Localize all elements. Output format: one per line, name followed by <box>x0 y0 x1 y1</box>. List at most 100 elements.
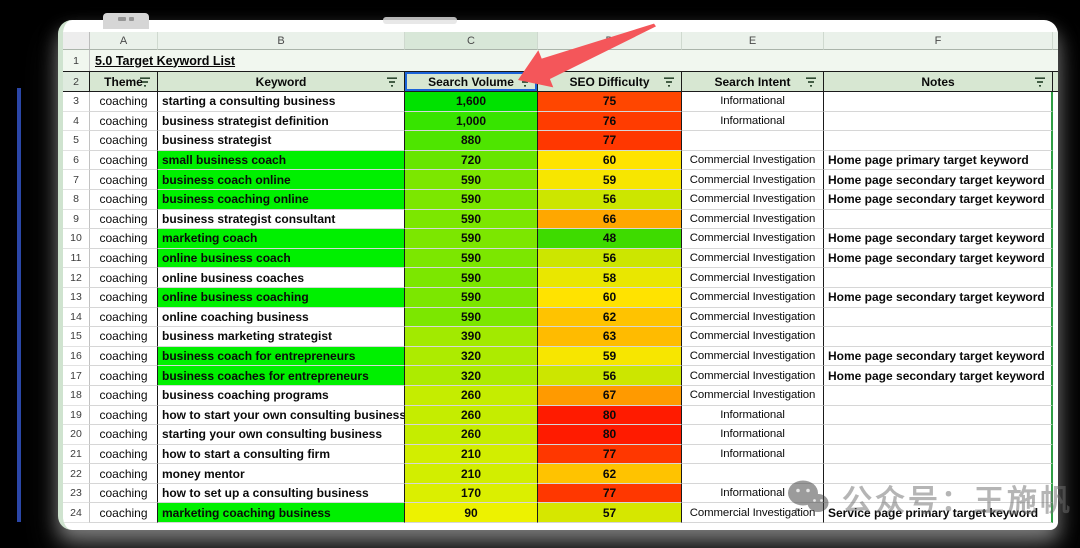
row-number-12[interactable]: 12 <box>63 268 90 288</box>
cell-search-volume[interactable]: 170 <box>405 484 538 504</box>
cell-search-volume[interactable]: 1,600 <box>405 92 538 112</box>
cell-seo-difficulty[interactable]: 59 <box>538 347 682 367</box>
cell-seo-difficulty[interactable]: 48 <box>538 229 682 249</box>
cell-search-volume[interactable]: 90 <box>405 503 538 523</box>
cell-keyword[interactable]: how to start a consulting firm <box>158 445 405 465</box>
cell-search-volume[interactable]: 210 <box>405 464 538 484</box>
cell-seo-difficulty[interactable]: 56 <box>538 366 682 386</box>
cell-seo-difficulty[interactable]: 76 <box>538 112 682 132</box>
column-letter-F[interactable]: F <box>824 32 1053 50</box>
cell-search-intent[interactable]: Commercial Investigation <box>682 386 824 406</box>
cell-theme[interactable]: coaching <box>90 112 158 132</box>
cell-seo-difficulty[interactable]: 56 <box>538 249 682 269</box>
cell-notes[interactable]: Home page secondary target keyword <box>824 288 1053 308</box>
cell-search-volume[interactable]: 390 <box>405 327 538 347</box>
column-header-notes[interactable]: Notes <box>824 71 1053 92</box>
cell-search-intent[interactable]: Informational <box>682 112 824 132</box>
cell-keyword[interactable]: business coaches for entrepreneurs <box>158 366 405 386</box>
cell-search-volume[interactable]: 720 <box>405 151 538 171</box>
cell-notes[interactable] <box>824 425 1053 445</box>
cell-notes[interactable] <box>824 406 1053 426</box>
cell-notes[interactable]: Home page primary target keyword <box>824 151 1053 171</box>
cell-notes[interactable]: Home page secondary target keyword <box>824 170 1053 190</box>
cell-theme[interactable]: coaching <box>90 190 158 210</box>
cell-keyword[interactable]: business coaching online <box>158 190 405 210</box>
cell-theme[interactable]: coaching <box>90 170 158 190</box>
row-number-7[interactable]: 7 <box>63 170 90 190</box>
cell-search-intent[interactable]: Informational <box>682 406 824 426</box>
row-number-8[interactable]: 8 <box>63 190 90 210</box>
cell-keyword[interactable]: money mentor <box>158 464 405 484</box>
cell-theme[interactable]: coaching <box>90 249 158 269</box>
cell-search-intent[interactable] <box>682 131 824 151</box>
cell-search-intent[interactable]: Commercial Investigation <box>682 288 824 308</box>
cell-keyword[interactable]: how to start your own consulting busines… <box>158 406 405 426</box>
cell-search-volume[interactable]: 260 <box>405 406 538 426</box>
row-number-17[interactable]: 17 <box>63 366 90 386</box>
column-letter-B[interactable]: B <box>158 32 405 50</box>
column-letter-D[interactable]: D <box>538 32 682 50</box>
cell-notes[interactable]: Home page secondary target keyword <box>824 347 1053 367</box>
cell-theme[interactable]: coaching <box>90 308 158 328</box>
cell-notes[interactable] <box>824 210 1053 230</box>
column-header-search-volume[interactable]: Search Volume <box>405 71 538 92</box>
cell-search-volume[interactable]: 590 <box>405 249 538 269</box>
cell-search-volume[interactable]: 260 <box>405 425 538 445</box>
row-number-13[interactable]: 13 <box>63 288 90 308</box>
cell-keyword[interactable]: marketing coach <box>158 229 405 249</box>
cell-keyword[interactable]: starting a consulting business <box>158 92 405 112</box>
column-letter-E[interactable]: E <box>682 32 824 50</box>
row-number-24[interactable]: 24 <box>63 503 90 523</box>
cell-keyword[interactable]: business coach online <box>158 170 405 190</box>
cell-theme[interactable]: coaching <box>90 445 158 465</box>
cell-theme[interactable]: coaching <box>90 406 158 426</box>
cell-seo-difficulty[interactable]: 60 <box>538 151 682 171</box>
cell-theme[interactable]: coaching <box>90 464 158 484</box>
cell-notes[interactable] <box>824 327 1053 347</box>
filter-icon[interactable] <box>519 77 531 87</box>
cell-search-volume[interactable]: 590 <box>405 210 538 230</box>
cell-search-intent[interactable]: Commercial Investigation <box>682 229 824 249</box>
cell-search-volume[interactable]: 590 <box>405 268 538 288</box>
cell-seo-difficulty[interactable]: 77 <box>538 131 682 151</box>
cell-theme[interactable]: coaching <box>90 92 158 112</box>
row-number-4[interactable]: 4 <box>63 112 90 132</box>
cell-seo-difficulty[interactable]: 59 <box>538 170 682 190</box>
cell-theme[interactable]: coaching <box>90 131 158 151</box>
cell-seo-difficulty[interactable]: 66 <box>538 210 682 230</box>
page-title[interactable]: 5.0 Target Keyword List <box>90 50 1058 71</box>
row-number-6[interactable]: 6 <box>63 151 90 171</box>
row-number-23[interactable]: 23 <box>63 484 90 504</box>
cell-seo-difficulty[interactable]: 58 <box>538 268 682 288</box>
cell-keyword[interactable]: online business coach <box>158 249 405 269</box>
cell-seo-difficulty[interactable]: 67 <box>538 386 682 406</box>
cell-notes[interactable] <box>824 445 1053 465</box>
cell-search-intent[interactable]: Commercial Investigation <box>682 210 824 230</box>
column-header-search-intent[interactable]: Search Intent <box>682 71 824 92</box>
cell-search-intent[interactable]: Informational <box>682 92 824 112</box>
cell-search-volume[interactable]: 590 <box>405 170 538 190</box>
row-number-9[interactable]: 9 <box>63 210 90 230</box>
cell-search-intent[interactable]: Informational <box>682 425 824 445</box>
cell-keyword[interactable]: small business coach <box>158 151 405 171</box>
cell-seo-difficulty[interactable]: 56 <box>538 190 682 210</box>
cell-search-intent[interactable]: Commercial Investigation <box>682 249 824 269</box>
cell-search-volume[interactable]: 590 <box>405 229 538 249</box>
select-all-corner[interactable] <box>63 32 90 50</box>
cell-search-intent[interactable]: Commercial Investigation <box>682 170 824 190</box>
column-letter-C[interactable]: C <box>405 32 538 50</box>
cell-theme[interactable]: coaching <box>90 425 158 445</box>
cell-seo-difficulty[interactable]: 62 <box>538 464 682 484</box>
cell-seo-difficulty[interactable]: 77 <box>538 484 682 504</box>
row-number-16[interactable]: 16 <box>63 347 90 367</box>
row-number-20[interactable]: 20 <box>63 425 90 445</box>
column-letter-A[interactable]: A <box>90 32 158 50</box>
cell-keyword[interactable]: business coach for entrepreneurs <box>158 347 405 367</box>
cell-notes[interactable] <box>824 131 1053 151</box>
row-number-14[interactable]: 14 <box>63 308 90 328</box>
cell-notes[interactable] <box>824 308 1053 328</box>
cell-notes[interactable]: Home page secondary target keyword <box>824 190 1053 210</box>
cell-notes[interactable]: Home page secondary target keyword <box>824 366 1053 386</box>
cell-search-intent[interactable]: Commercial Investigation <box>682 347 824 367</box>
cell-seo-difficulty[interactable]: 77 <box>538 445 682 465</box>
